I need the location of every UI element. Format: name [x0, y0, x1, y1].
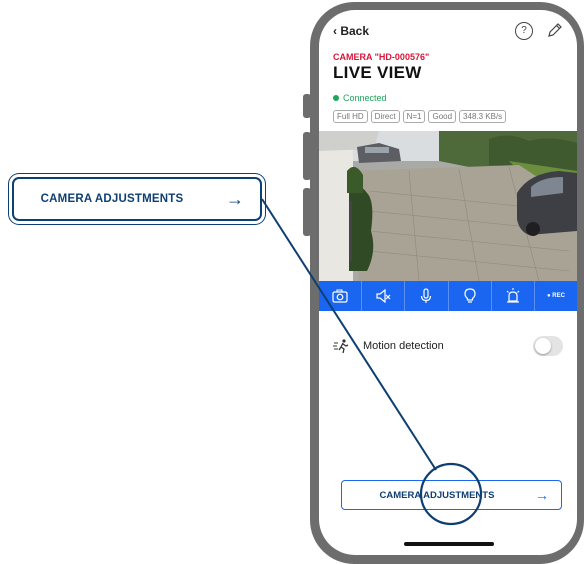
live-video-feed[interactable] [319, 131, 577, 281]
camera-toolbar: ● REC [319, 281, 577, 311]
page-title: LIVE VIEW [333, 63, 422, 82]
phone-screen: ‹ Back ? CAMERA "HD-000576" LIVE VIEW Co… [319, 10, 577, 555]
chip-viewers: N=1 [402, 110, 426, 123]
callout-label: CAMERA ADJUSTMENTS [40, 193, 184, 205]
motion-detection-toggle[interactable] [533, 336, 563, 356]
motion-detection-label: Motion detection [363, 340, 444, 352]
phone-side-button [303, 94, 311, 118]
record-button[interactable]: ● REC [535, 281, 577, 311]
motion-detection-row: Motion detection [333, 335, 563, 359]
chevron-left-icon: ‹ [333, 24, 337, 38]
light-button[interactable] [449, 281, 492, 311]
back-button[interactable]: ‹ Back [333, 24, 369, 38]
arrow-right-icon: → [535, 487, 549, 503]
snapshot-button[interactable] [319, 281, 363, 311]
status-dot-icon [333, 95, 339, 101]
camera-adjustments-button[interactable]: CAMERA ADJUSTMENTS → [341, 480, 562, 510]
connection-status: Connected [333, 93, 387, 103]
phone-side-button [303, 132, 311, 180]
record-icon: ● REC [546, 293, 565, 299]
home-indicator [404, 542, 494, 546]
microphone-icon [421, 288, 432, 303]
status-text: Connected [343, 93, 387, 103]
motion-detection-icon [333, 339, 349, 354]
chip-bitrate: 348.3 KB/s [459, 110, 507, 123]
stream-info-chips: Full HD Direct N=1 Good 348.3 KB/s [333, 110, 507, 123]
pencil-icon[interactable] [547, 22, 563, 38]
microphone-button[interactable] [405, 281, 449, 311]
help-icon[interactable]: ? [515, 22, 533, 40]
phone-side-button [303, 188, 311, 236]
light-bulb-icon [463, 288, 476, 303]
camera-id: CAMERA "HD-000576" [333, 52, 430, 62]
top-bar: ‹ Back ? [333, 22, 563, 44]
chip-connection: Direct [370, 110, 400, 123]
siren-button[interactable] [492, 281, 535, 311]
camera-adjustments-label: CAMERA ADJUSTMENTS [379, 490, 495, 501]
speaker-mute-icon [376, 288, 391, 304]
toggle-knob [535, 338, 551, 354]
chip-resolution: Full HD [333, 110, 368, 123]
siren-icon [506, 288, 520, 303]
chip-quality: Good [428, 110, 457, 123]
callout-camera-adjustments: CAMERA ADJUSTMENTS → [12, 177, 262, 221]
speaker-mute-button[interactable] [362, 281, 406, 311]
arrow-right-icon: → [226, 189, 244, 209]
snapshot-icon [332, 289, 348, 303]
back-label: Back [340, 24, 370, 38]
